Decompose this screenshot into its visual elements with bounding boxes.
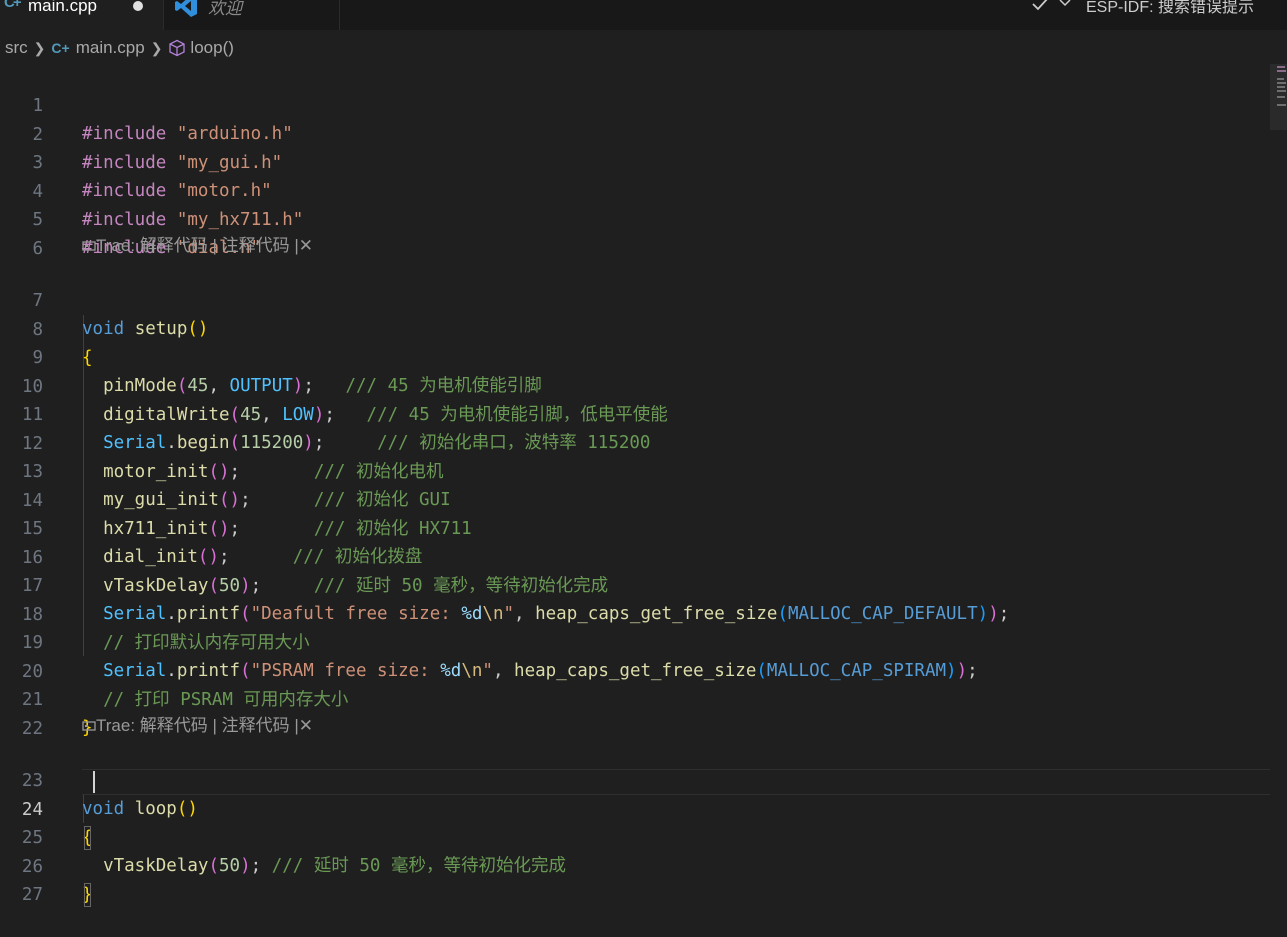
- codelens: Trae: 解释代码 | 注释代码 |✕: [82, 232, 313, 260]
- cpp-file-icon: C+: [4, 0, 22, 11]
- tab-welcome[interactable]: 欢迎: [164, 0, 340, 30]
- method-cube-icon: [169, 39, 186, 57]
- text-cursor: [93, 771, 95, 793]
- vscode-icon: [175, 0, 197, 17]
- chevron-down-icon[interactable]: [1058, 0, 1072, 10]
- code-line: 21 }: [0, 658, 1270, 738]
- tab-label: main.cpp: [28, 0, 97, 15]
- code-line: 13 my_gui_init(); /// 初始化 GUI: [0, 430, 1270, 510]
- code-line: 17 Serial.printf("Deafult free size: %d\…: [0, 544, 1270, 624]
- code-line: 16 vTaskDelay(50); /// 延时 50 毫秒，等待初始化完成: [0, 516, 1270, 596]
- code-line: 4 #include "my_hx711.h": [0, 150, 1270, 230]
- tab-main-cpp[interactable]: C+ main.cpp: [0, 0, 164, 30]
- code-line: 9 pinMode(45, OUTPUT); /// 45 为电机使能引脚: [0, 316, 1270, 396]
- breadcrumb-folder[interactable]: src: [5, 38, 28, 58]
- breadcrumb: src ❯ C+ main.cpp ❯ loop(): [0, 35, 234, 61]
- code-line: 10 digitalWrite(45, LOW); /// 45 为电机使能引脚…: [0, 345, 1270, 425]
- code-line: 26 }: [0, 825, 1270, 907]
- code-line: 19 Serial.printf("PSRAM free size: %d\n"…: [0, 601, 1270, 681]
- code-editor[interactable]: 1 #include "arduino.h" 2 #include "my_gu…: [0, 64, 1270, 907]
- code-line: 3 #include "motor.h": [0, 121, 1270, 201]
- code-line: 12 motor_init(); /// 初始化电机: [0, 402, 1270, 482]
- code-line: 8 {: [0, 288, 1270, 368]
- codelens-actions[interactable]: Trae: 解释代码 | 注释代码 |: [96, 236, 299, 255]
- code-line: 2 #include "my_gui.h": [0, 93, 1270, 173]
- breadcrumb-file[interactable]: main.cpp: [76, 38, 145, 58]
- breadcrumb-symbol[interactable]: loop(): [190, 38, 233, 58]
- code-line: 22: [0, 687, 1270, 739]
- code-line: 20 // 打印 PSRAM 可用内存大小: [0, 630, 1270, 710]
- code-line-active: 24 {: [0, 768, 1270, 850]
- cpp-file-icon: C+: [51, 40, 70, 56]
- code-line: 5 #include "dial.h": [0, 178, 1270, 258]
- terminal-icon: [82, 241, 96, 251]
- terminal-icon: [82, 721, 96, 731]
- codelens: Trae: 解释代码 | 注释代码 |✕: [82, 712, 313, 740]
- code-line: 14 hx711_init(); /// 初始化 HX711: [0, 459, 1270, 539]
- unsaved-dot-icon[interactable]: [133, 1, 143, 11]
- minimap[interactable]: [1270, 64, 1287, 130]
- esp-idf-search-errors-button[interactable]: ESP-IDF: 搜索错误提示: [1086, 0, 1254, 17]
- close-icon[interactable]: ✕: [299, 716, 313, 735]
- code-line: 23 void loop(): [0, 739, 1270, 819]
- close-icon[interactable]: ✕: [299, 236, 313, 255]
- tab-bar: C+ main.cpp 欢迎 ESP-IDF: 搜索错误提示: [0, 0, 1287, 30]
- code-line: 1 #include "arduino.h": [0, 64, 1270, 144]
- code-line: 15 dial_init(); /// 初始化拨盘: [0, 487, 1270, 567]
- check-icon[interactable]: [1030, 0, 1050, 14]
- minimap-preview: [1277, 66, 1286, 106]
- line-number: 27: [21, 885, 43, 905]
- code-line: 25 vTaskDelay(50); /// 延时 50 毫秒，等待初始化完成: [0, 796, 1270, 876]
- chevron-right-icon: ❯: [33, 39, 46, 56]
- code-line: 27: [0, 853, 1270, 905]
- tab-label: 欢迎: [208, 0, 242, 18]
- codelens-actions[interactable]: Trae: 解释代码 | 注释代码 |: [96, 716, 299, 735]
- code-line: 11 Serial.begin(115200); /// 初始化串口，波特率 1…: [0, 373, 1270, 453]
- chevron-right-icon: ❯: [150, 39, 163, 56]
- code-line: 18 // 打印默认内存可用大小: [0, 573, 1270, 653]
- code-line: 7 void setup(): [0, 259, 1270, 339]
- code-line: 6: [0, 207, 1270, 259]
